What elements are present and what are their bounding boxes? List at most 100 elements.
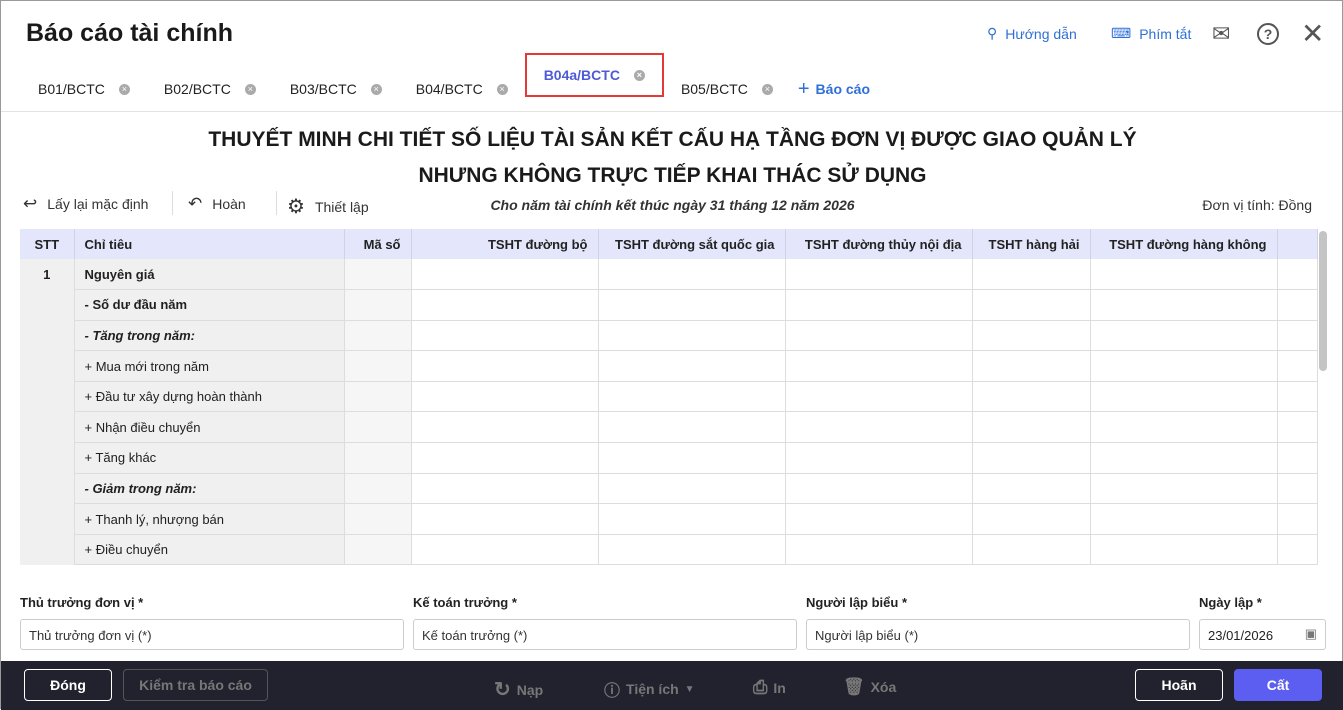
value-cell[interactable] bbox=[598, 381, 786, 413]
table-scrollbar[interactable] bbox=[1319, 231, 1327, 371]
help-icon[interactable]: ? bbox=[1257, 23, 1279, 45]
value-cell[interactable] bbox=[972, 411, 1091, 444]
value-cell[interactable] bbox=[972, 289, 1091, 321]
value-cell[interactable] bbox=[1090, 442, 1278, 474]
value-cell[interactable] bbox=[972, 473, 1091, 505]
value-cell[interactable] bbox=[1277, 534, 1318, 566]
value-cell[interactable] bbox=[411, 411, 599, 444]
value-cell[interactable] bbox=[785, 534, 973, 566]
value-cell[interactable] bbox=[411, 473, 599, 505]
add-report-tab-button[interactable]: + Báo cáo bbox=[790, 67, 870, 111]
tab-b04[interactable]: B04/BCTC × bbox=[399, 67, 525, 111]
accountant-input[interactable]: Kế toán trưởng (*) bbox=[413, 619, 797, 650]
value-cell[interactable] bbox=[1090, 320, 1278, 352]
value-cell[interactable] bbox=[1277, 259, 1318, 291]
undo-footer-button[interactable]: Hoãn bbox=[1135, 669, 1223, 701]
value-cell[interactable] bbox=[972, 534, 1091, 566]
value-cell[interactable] bbox=[1090, 534, 1278, 566]
value-cell[interactable] bbox=[785, 442, 973, 474]
value-cell[interactable] bbox=[1277, 442, 1318, 474]
value-cell[interactable] bbox=[1277, 503, 1318, 535]
value-cell[interactable] bbox=[785, 503, 973, 535]
value-cell[interactable] bbox=[598, 289, 786, 321]
value-cell[interactable] bbox=[785, 411, 973, 444]
value-cell[interactable] bbox=[411, 534, 599, 566]
code-cell[interactable] bbox=[344, 259, 412, 291]
value-cell[interactable] bbox=[1277, 473, 1318, 505]
value-cell[interactable] bbox=[598, 320, 786, 352]
tab-b03[interactable]: B03/BCTC × bbox=[273, 67, 399, 111]
value-cell[interactable] bbox=[598, 259, 786, 291]
value-cell[interactable] bbox=[972, 320, 1091, 352]
undo-button[interactable]: ↶ Hoàn bbox=[188, 194, 246, 214]
value-cell[interactable] bbox=[1277, 350, 1318, 382]
value-cell[interactable] bbox=[411, 381, 599, 413]
check-report-button[interactable]: Kiểm tra báo cáo bbox=[123, 669, 268, 701]
maker-input[interactable]: Người lập biểu (*) bbox=[806, 619, 1190, 650]
value-cell[interactable] bbox=[1277, 320, 1318, 352]
code-cell[interactable] bbox=[344, 350, 412, 382]
close-tab-icon[interactable]: × bbox=[633, 69, 645, 81]
print-button[interactable]: ⎙ In bbox=[753, 677, 786, 698]
value-cell[interactable] bbox=[972, 381, 1091, 413]
reset-default-button[interactable]: ↩ Lấy lại mặc định bbox=[23, 194, 148, 214]
value-cell[interactable] bbox=[411, 289, 599, 321]
value-cell[interactable] bbox=[411, 442, 599, 474]
tab-b01[interactable]: B01/BCTC × bbox=[21, 67, 147, 111]
help-link[interactable]: ⚲ Hướng dẫn bbox=[987, 25, 1077, 42]
value-cell[interactable] bbox=[972, 259, 1091, 291]
delete-button[interactable]: 🗑 Xóa bbox=[843, 677, 896, 697]
head-input[interactable]: Thủ trưởng đơn vị (*) bbox=[20, 619, 404, 650]
mail-icon[interactable]: ✉ bbox=[1212, 21, 1230, 47]
value-cell[interactable] bbox=[411, 503, 599, 535]
tab-b04a[interactable]: B04a/BCTC × bbox=[524, 53, 664, 97]
value-cell[interactable] bbox=[972, 503, 1091, 535]
value-cell[interactable] bbox=[1090, 503, 1278, 535]
value-cell[interactable] bbox=[972, 350, 1091, 382]
code-cell[interactable] bbox=[344, 381, 412, 413]
settings-button[interactable]: ⚙ Thiết lập bbox=[287, 194, 369, 219]
code-cell[interactable] bbox=[344, 411, 412, 444]
code-cell[interactable] bbox=[344, 289, 412, 321]
close-tab-icon[interactable]: × bbox=[370, 83, 382, 95]
value-cell[interactable] bbox=[785, 320, 973, 352]
shortcuts-link[interactable]: ⌨ Phím tắt bbox=[1111, 25, 1191, 42]
value-cell[interactable] bbox=[1277, 289, 1318, 321]
value-cell[interactable] bbox=[411, 259, 599, 291]
utilities-button[interactable]: ⓘ Tiện ích ▼ bbox=[604, 677, 695, 701]
code-cell[interactable] bbox=[344, 442, 412, 474]
close-icon[interactable]: ✕ bbox=[1301, 17, 1324, 50]
value-cell[interactable] bbox=[1090, 289, 1278, 321]
date-input[interactable]: 23/01/2026 ▣ bbox=[1199, 619, 1326, 650]
value-cell[interactable] bbox=[411, 320, 599, 352]
value-cell[interactable] bbox=[598, 442, 786, 474]
value-cell[interactable] bbox=[1090, 473, 1278, 505]
value-cell[interactable] bbox=[785, 473, 973, 505]
value-cell[interactable] bbox=[1277, 381, 1318, 413]
code-cell[interactable] bbox=[344, 534, 412, 566]
code-cell[interactable] bbox=[344, 503, 412, 535]
value-cell[interactable] bbox=[598, 534, 786, 566]
value-cell[interactable] bbox=[598, 503, 786, 535]
reload-button[interactable]: ↻ Nạp bbox=[494, 677, 543, 702]
value-cell[interactable] bbox=[785, 350, 973, 382]
close-tab-icon[interactable]: × bbox=[118, 83, 130, 95]
value-cell[interactable] bbox=[1277, 411, 1318, 444]
tab-b05[interactable]: B05/BCTC × bbox=[664, 67, 790, 111]
close-tab-icon[interactable]: × bbox=[761, 83, 773, 95]
close-tab-icon[interactable]: × bbox=[496, 83, 508, 95]
tab-b02[interactable]: B02/BCTC × bbox=[147, 67, 273, 111]
close-tab-icon[interactable]: × bbox=[244, 83, 256, 95]
calendar-icon[interactable]: ▣ bbox=[1305, 626, 1317, 642]
code-cell[interactable] bbox=[344, 320, 412, 352]
value-cell[interactable] bbox=[1090, 259, 1278, 291]
value-cell[interactable] bbox=[1090, 411, 1278, 444]
save-button[interactable]: Cất bbox=[1234, 669, 1322, 701]
value-cell[interactable] bbox=[1090, 381, 1278, 413]
code-cell[interactable] bbox=[344, 473, 412, 505]
value-cell[interactable] bbox=[785, 381, 973, 413]
value-cell[interactable] bbox=[598, 411, 786, 444]
value-cell[interactable] bbox=[785, 289, 973, 321]
value-cell[interactable] bbox=[1090, 350, 1278, 382]
value-cell[interactable] bbox=[785, 259, 973, 291]
